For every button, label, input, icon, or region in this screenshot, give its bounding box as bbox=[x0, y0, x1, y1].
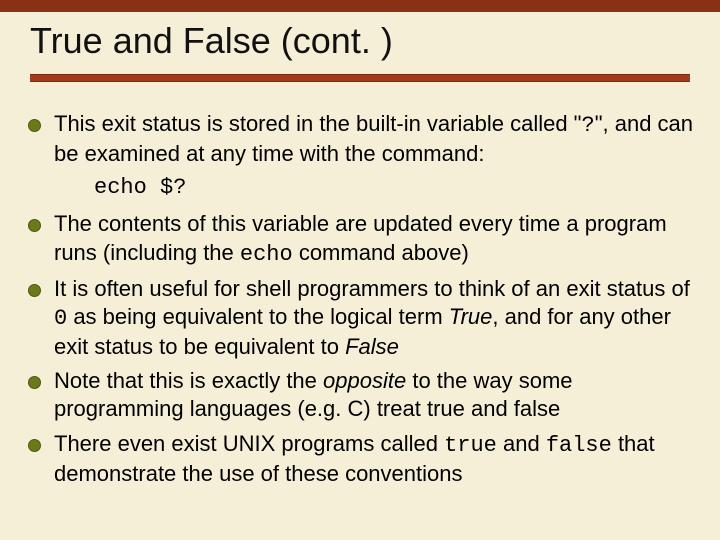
bullet-text: command above) bbox=[293, 240, 469, 265]
inline-code: 0 bbox=[54, 306, 67, 331]
title-underline bbox=[30, 74, 690, 82]
title-area: True and False (cont. ) bbox=[0, 0, 720, 92]
code-line: echo $? bbox=[20, 174, 700, 202]
content-area: This exit status is stored in the built-… bbox=[0, 92, 720, 488]
bullet-item: This exit status is stored in the built-… bbox=[20, 110, 700, 168]
inline-code: true bbox=[444, 433, 497, 458]
bullet-item: Note that this is exactly the opposite t… bbox=[20, 367, 700, 423]
slide: True and False (cont. ) This exit status… bbox=[0, 0, 720, 540]
bullet-text: There even exist UNIX programs called bbox=[54, 431, 444, 456]
slide-title: True and False (cont. ) bbox=[30, 20, 690, 62]
bullet-text: It is often useful for shell programmers… bbox=[54, 276, 690, 301]
bullet-text: This exit status is stored in the built-… bbox=[54, 111, 582, 136]
inline-code: echo bbox=[240, 242, 293, 267]
italic-text: True bbox=[449, 304, 493, 329]
bullet-item: There even exist UNIX programs called tr… bbox=[20, 430, 700, 488]
inline-code: false bbox=[546, 433, 612, 458]
bullet-item: The contents of this variable are update… bbox=[20, 210, 700, 268]
bullet-text: as being equivalent to the logical term bbox=[67, 304, 449, 329]
bullet-text: Note that this is exactly the bbox=[54, 368, 323, 393]
bullet-list: This exit status is stored in the built-… bbox=[20, 110, 700, 168]
top-accent-band bbox=[0, 0, 720, 12]
bullet-text: and bbox=[497, 431, 546, 456]
italic-text: False bbox=[345, 334, 399, 359]
bullet-item: It is often useful for shell programmers… bbox=[20, 275, 700, 361]
italic-text: opposite bbox=[323, 368, 406, 393]
bullet-list: The contents of this variable are update… bbox=[20, 210, 700, 487]
inline-code: ? bbox=[582, 113, 595, 138]
